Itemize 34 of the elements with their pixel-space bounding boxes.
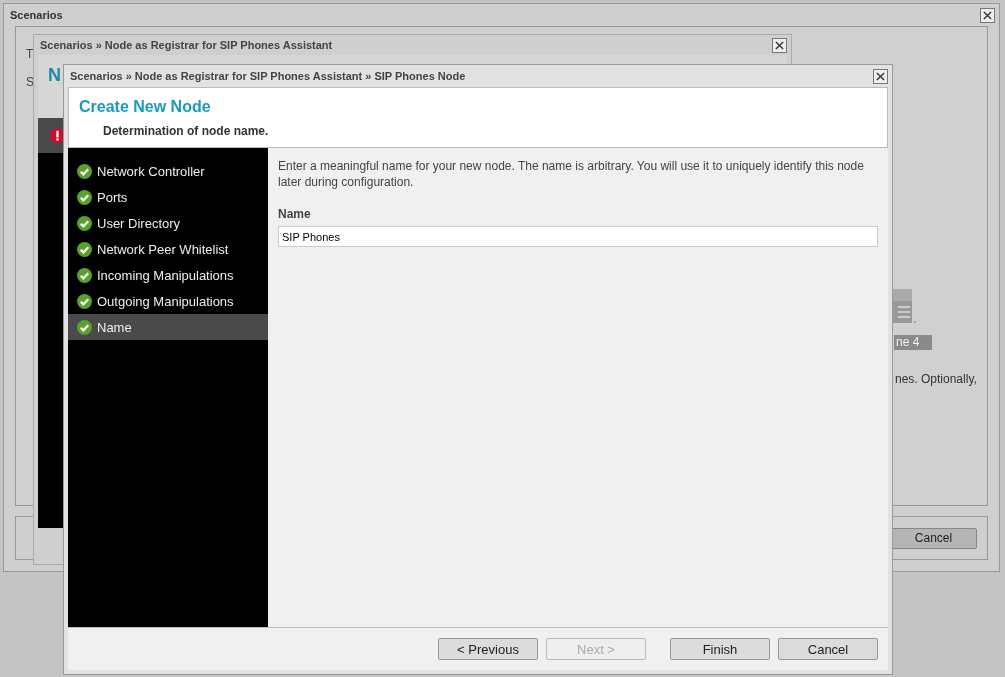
text-fragment: T bbox=[26, 47, 34, 61]
dialog-button[interactable]: Cancel bbox=[778, 638, 878, 660]
check-icon bbox=[77, 293, 92, 309]
field-label: Name bbox=[278, 207, 312, 221]
cancel-button[interactable]: Cancel bbox=[890, 527, 977, 549]
step-item[interactable]: Network Controller bbox=[68, 158, 268, 184]
description-text: nes. Optionally, bbox=[895, 372, 977, 386]
close-button[interactable] bbox=[980, 7, 995, 23]
name-field[interactable]: SIP Phones bbox=[278, 226, 878, 247]
phone-label: ne 4 bbox=[894, 335, 932, 350]
step-item[interactable]: User Directory bbox=[68, 210, 268, 236]
check-icon bbox=[77, 319, 92, 335]
check-icon bbox=[77, 241, 92, 257]
dialog-heading: Create New Node bbox=[79, 98, 212, 116]
step-item[interactable]: Network Peer Whitelist bbox=[68, 236, 268, 262]
dialog-subheading: Determination of node name. bbox=[103, 124, 270, 138]
dialog-button[interactable]: < Previous bbox=[438, 638, 538, 660]
heading-fragment: N bbox=[48, 65, 61, 85]
step-item[interactable]: Outgoing Manipulations bbox=[68, 288, 268, 314]
window-title: Scenarios » Node as Registrar for SIP Phones Assistant bbox=[40, 39, 333, 51]
check-icon bbox=[77, 189, 92, 205]
check-icon bbox=[77, 163, 92, 179]
check-icon bbox=[77, 215, 92, 231]
dialog-button[interactable]: Finish bbox=[670, 638, 770, 660]
window-title: Scenarios » Node as Registrar for SIP Phones Assistant » SIP Phones Node bbox=[70, 70, 466, 82]
window-title: Scenarios bbox=[10, 9, 63, 21]
step-item[interactable]: Incoming Manipulations bbox=[68, 262, 268, 288]
close-button[interactable] bbox=[873, 68, 888, 84]
step-item[interactable]: Name bbox=[68, 314, 268, 340]
check-icon bbox=[77, 267, 92, 283]
text-fragment: S bbox=[26, 75, 34, 89]
step-item[interactable]: Ports bbox=[68, 184, 268, 210]
instruction-text: Enter a meaningful name for your new node. The name is arbitrary. You will use it to uniquely identify this node later during configuration. bbox=[278, 158, 865, 190]
close-button[interactable] bbox=[772, 37, 787, 53]
